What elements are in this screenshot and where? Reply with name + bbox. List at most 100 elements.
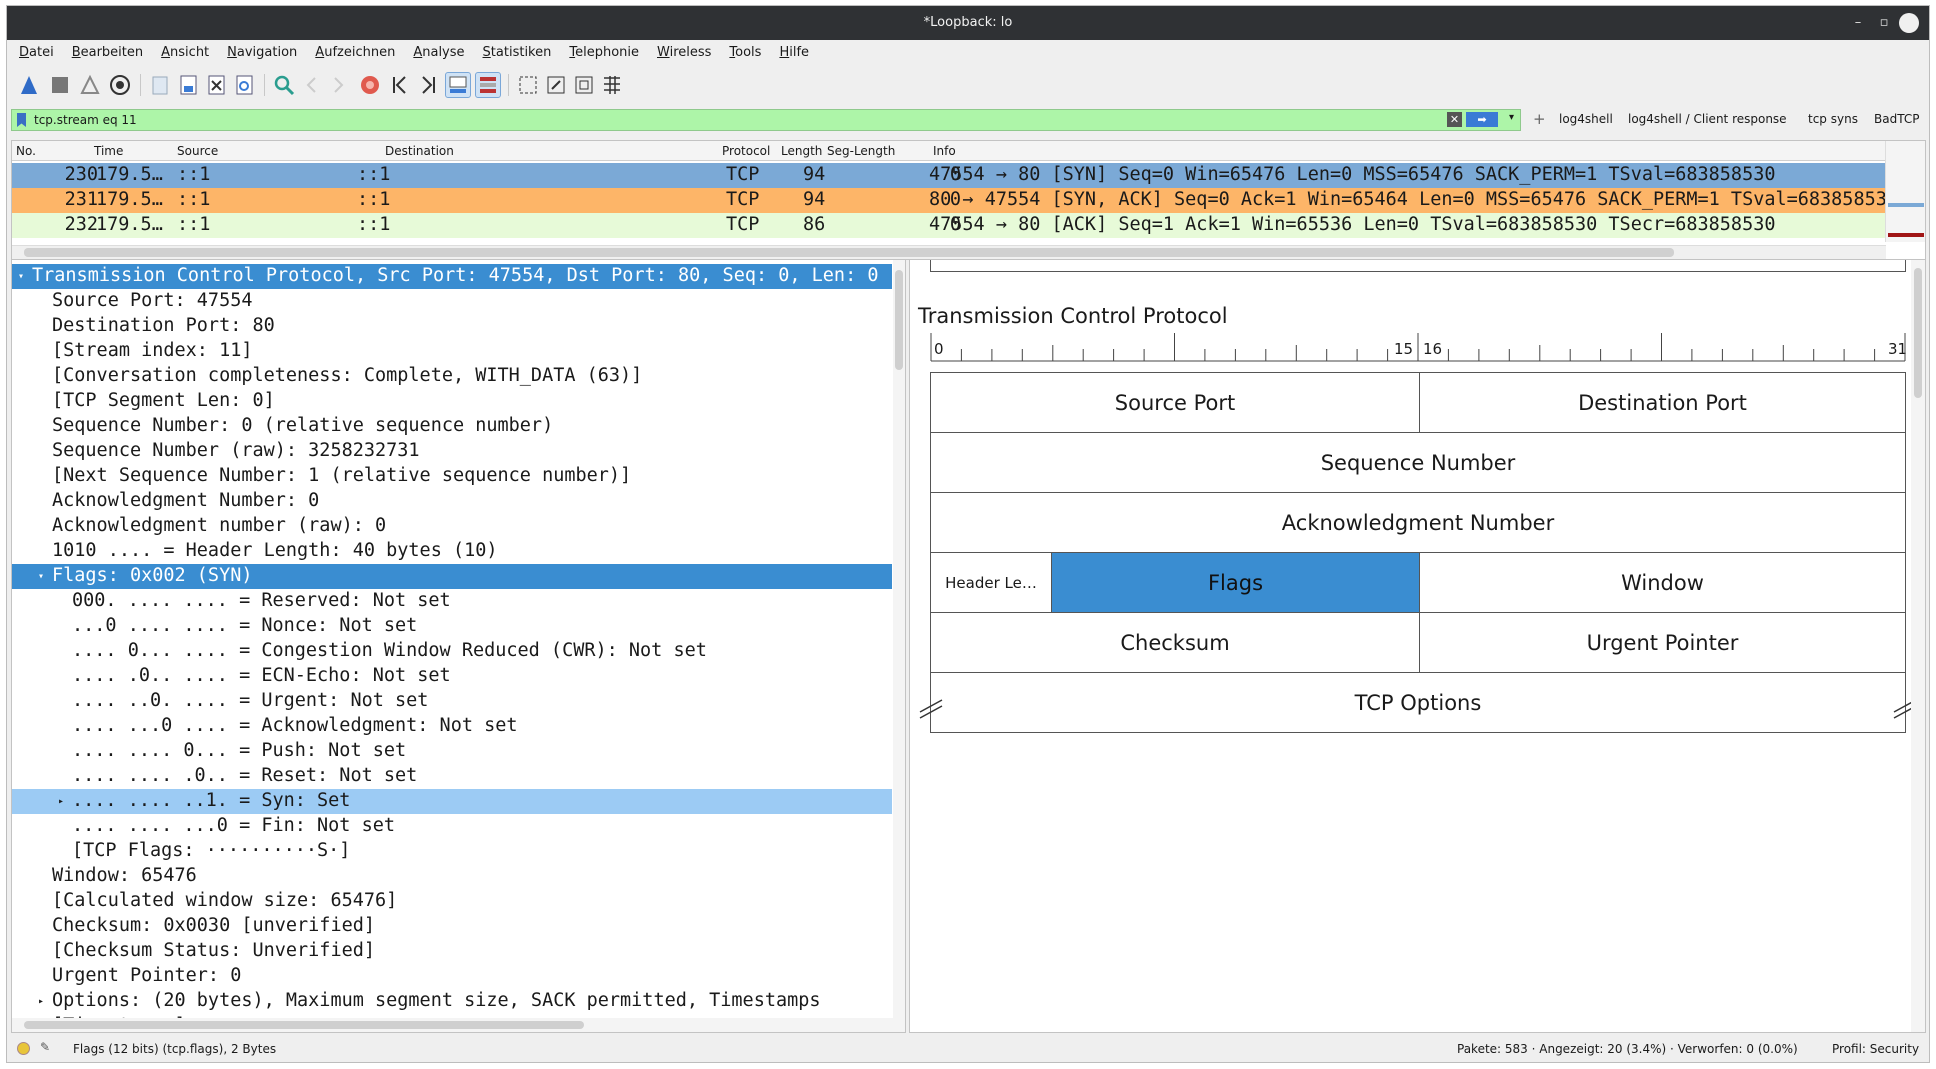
colorize-icon[interactable] (475, 72, 501, 98)
find-packet-icon[interactable] (271, 72, 297, 98)
packet-row[interactable]: 231 179.5…::1::1 TCP 94 0 80 → 47554 [SYN, AC… (12, 188, 1886, 213)
menu-bearbeiten[interactable]: Bearbeiten (60, 42, 149, 60)
go-forward-icon[interactable] (325, 72, 351, 98)
tree-item[interactable]: Source Port: 47554 (12, 289, 892, 314)
col-no[interactable]: No. (16, 144, 36, 158)
tree-item[interactable]: ▸ .... .... ..1. = Syn: Set (12, 789, 892, 814)
zoom-in-icon[interactable] (515, 72, 541, 98)
tree-item[interactable]: ...0 .... .... = Nonce: Not set (12, 614, 892, 639)
tree-item[interactable]: ▸ Options: (20 bytes), Maximum segment si… (12, 989, 892, 1014)
normal-size-icon[interactable] (571, 72, 597, 98)
minimize-button[interactable]: – (1849, 14, 1867, 32)
tree-item[interactable]: [Next Sequence Number: 1 (relative seque… (12, 464, 892, 489)
filter-button-client-response[interactable]: log4shell / Client response (1628, 110, 1787, 128)
col-seg-length[interactable]: Seg-Length (827, 144, 895, 158)
filter-history-icon[interactable]: ▾ (1509, 112, 1514, 123)
tree-item[interactable]: Window: 65476 (12, 864, 892, 889)
col-protocol[interactable]: Protocol (722, 144, 770, 158)
menu-datei[interactable]: Datei (7, 42, 60, 60)
tree-item[interactable]: 1010 .... = Header Length: 40 bytes (10) (12, 539, 892, 564)
maximize-button[interactable]: ▫ (1875, 14, 1893, 32)
last-packet-icon[interactable] (415, 72, 441, 98)
resize-columns-icon[interactable] (599, 72, 625, 98)
col-length[interactable]: Length (781, 144, 822, 158)
col-time[interactable]: Time (94, 144, 123, 158)
start-capture-icon[interactable] (17, 72, 43, 98)
tree-item[interactable]: .... ..0. .... = Urgent: Not set (12, 689, 892, 714)
close-file-icon[interactable] (203, 72, 229, 98)
tree-item[interactable]: Urgent Pointer: 0 (12, 964, 892, 989)
tree-item[interactable]: [Checksum Status: Unverified] (12, 939, 892, 964)
filter-button-log4shell[interactable]: log4shell (1559, 110, 1613, 128)
field-header-length[interactable]: Header Le… (930, 552, 1052, 613)
expand-arrow-icon[interactable]: ▸ (38, 990, 44, 1014)
menu-analyse[interactable]: Analyse (401, 42, 470, 60)
menu-ansicht[interactable]: Ansicht (149, 42, 215, 60)
col-source[interactable]: Source (177, 144, 218, 158)
tree-item[interactable]: Checksum: 0x0030 [unverified] (12, 914, 892, 939)
field-acknowledgment-number[interactable]: Acknowledgment Number (930, 492, 1906, 553)
tree-item[interactable]: [TCP Segment Len: 0] (12, 389, 892, 414)
tree-item[interactable]: [Stream index: 11] (12, 339, 892, 364)
expand-arrow-icon[interactable]: ▸ (58, 790, 64, 814)
details-vscrollbar[interactable] (893, 260, 905, 1020)
tree-item[interactable]: .... .... ...0 = Fin: Not set (12, 814, 892, 839)
tree-item[interactable]: Destination Port: 80 (12, 314, 892, 339)
col-info[interactable]: Info (933, 144, 956, 158)
diagram-vscrollbar[interactable] (1911, 260, 1925, 1032)
display-filter-input[interactable]: tcp.stream eq 11 ✕ ➡ ▾ (11, 109, 1521, 131)
details-hscrollbar[interactable] (12, 1018, 905, 1032)
tree-item[interactable]: [Calculated window size: 65476] (12, 889, 892, 914)
stop-capture-icon[interactable] (47, 72, 73, 98)
first-packet-icon[interactable] (387, 72, 413, 98)
restart-capture-icon[interactable] (77, 72, 103, 98)
filter-button-tcp-syns[interactable]: tcp syns (1808, 110, 1858, 128)
packet-minimap[interactable] (1885, 141, 1925, 242)
filter-button-badtcp[interactable]: BadTCP (1874, 110, 1919, 128)
field-checksum[interactable]: Checksum (930, 612, 1420, 673)
field-source-port[interactable]: Source Port (930, 372, 1420, 433)
tree-item[interactable]: .... .0.. .... = ECN-Echo: Not set (12, 664, 892, 689)
bookmark-icon[interactable] (17, 113, 26, 127)
menu-hilfe[interactable]: Hilfe (767, 42, 815, 60)
field-destination-port[interactable]: Destination Port (1419, 372, 1906, 433)
apply-filter-icon[interactable]: ➡ (1466, 112, 1498, 127)
packet-row[interactable]: 232 179.5…::1::1 TCP 86 0 47554 → 80 [ACK] Se… (12, 213, 1886, 238)
capture-options-icon[interactable] (107, 72, 133, 98)
menu-telephonie[interactable]: Telephonie (557, 42, 645, 60)
tree-item[interactable]: [TCP Flags: ··········S·] (12, 839, 892, 864)
field-window[interactable]: Window (1419, 552, 1906, 613)
menu-statistiken[interactable]: Statistiken (471, 42, 558, 60)
tree-item[interactable]: .... .... .0.. = Reset: Not set (12, 764, 892, 789)
add-filter-button[interactable]: + (1533, 110, 1546, 128)
tree-item[interactable]: ▾ Transmission Control Protocol, Src Port… (12, 264, 892, 289)
expert-info-icon[interactable] (17, 1042, 30, 1055)
tree-item[interactable]: 000. .... .... = Reserved: Not set (12, 589, 892, 614)
menu-tools[interactable]: Tools (717, 42, 767, 60)
zoom-out-icon[interactable] (543, 72, 569, 98)
menu-wireless[interactable]: Wireless (645, 42, 717, 60)
menu-navigation[interactable]: Navigation (215, 42, 303, 60)
go-back-icon[interactable] (299, 72, 325, 98)
collapse-arrow-icon[interactable]: ▾ (38, 565, 44, 589)
field-flags[interactable]: Flags (1051, 552, 1420, 613)
collapse-arrow-icon[interactable]: ▾ (18, 265, 24, 289)
close-button[interactable] (1899, 13, 1919, 33)
menu-aufzeichnen[interactable]: Aufzeichnen (303, 42, 401, 60)
tree-item[interactable]: Sequence Number (raw): 3258232731 (12, 439, 892, 464)
packet-list-hscrollbar[interactable] (12, 245, 1886, 259)
tree-item[interactable]: .... 0... .... = Congestion Window Reduc… (12, 639, 892, 664)
reload-file-icon[interactable] (231, 72, 257, 98)
tree-item[interactable]: .... ...0 .... = Acknowledgment: Not set (12, 714, 892, 739)
status-profile[interactable]: Profil: Security (1832, 1042, 1919, 1056)
tree-item[interactable]: .... .... 0... = Push: Not set (12, 739, 892, 764)
field-urgent-pointer[interactable]: Urgent Pointer (1419, 612, 1906, 673)
tree-item[interactable]: ▾ Flags: 0x002 (SYN) (12, 564, 892, 589)
field-sequence-number[interactable]: Sequence Number (930, 432, 1906, 493)
tree-item[interactable]: Sequence Number: 0 (relative sequence nu… (12, 414, 892, 439)
tree-item[interactable]: Acknowledgment Number: 0 (12, 489, 892, 514)
go-to-packet-icon[interactable] (357, 72, 383, 98)
packet-row[interactable]: 230 179.5…::1::1 TCP 94 0 47554 → 80 [SYN] Se… (12, 163, 1886, 188)
tree-item[interactable]: Acknowledgment number (raw): 0 (12, 514, 892, 539)
save-file-icon[interactable] (175, 72, 201, 98)
